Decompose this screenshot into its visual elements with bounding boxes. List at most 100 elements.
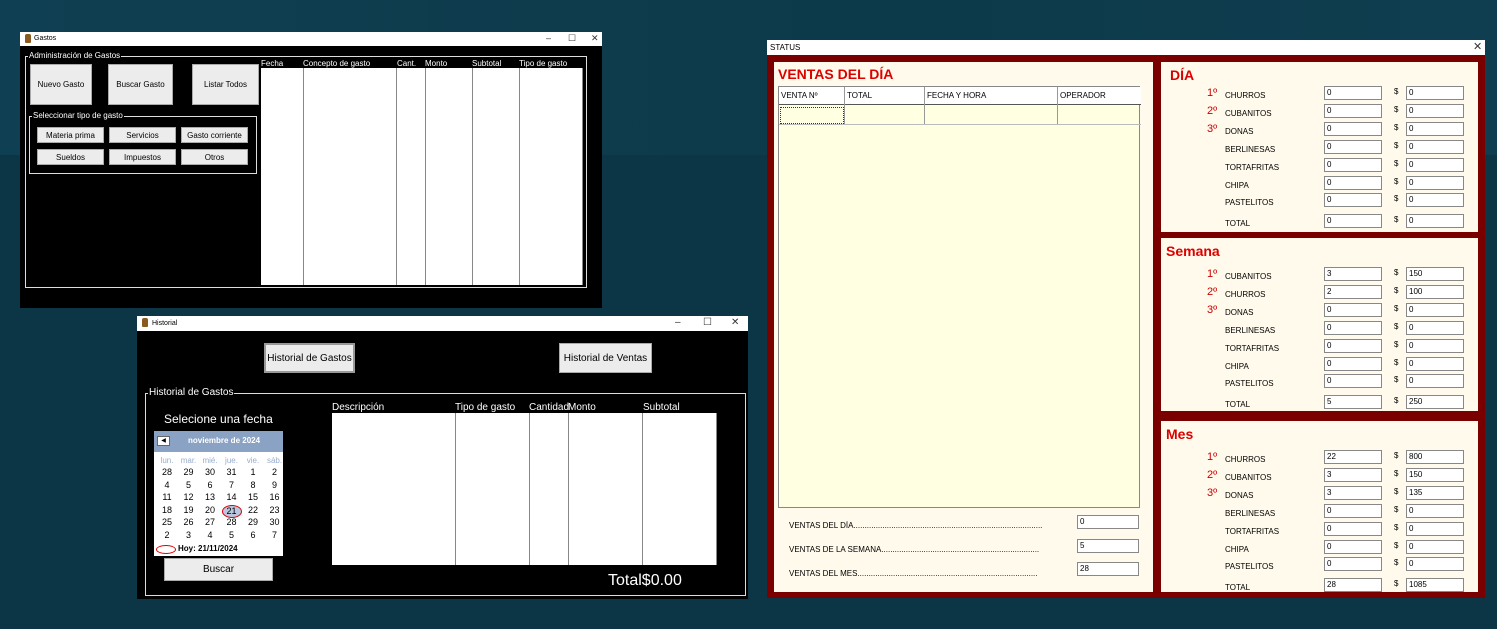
calendar-day[interactable]: 7 [265,530,285,541]
amount-field[interactable]: 0 [1406,320,1464,335]
quantity-field[interactable]: 0 [1324,503,1382,518]
historial-ventas-button[interactable]: Historial de Ventas [559,343,652,373]
quantity-field[interactable]: 0 [1324,374,1382,389]
amount-field[interactable]: 0 [1406,86,1464,100]
quantity-field[interactable]: 0 [1324,302,1382,317]
calendar-day[interactable]: 1 [243,467,263,478]
calendar-day[interactable]: 26 [179,517,199,528]
list-column-cant[interactable] [397,68,426,285]
impuestos-button[interactable]: Impuestos [109,149,176,165]
list-column-concepto[interactable] [304,68,397,285]
calendar-day[interactable]: 15 [243,492,263,503]
quantity-field[interactable]: 0 [1324,338,1382,353]
quantity-field[interactable]: 0 [1324,139,1382,154]
amount-field[interactable]: 0 [1406,157,1464,172]
amount-field[interactable]: 0 [1406,539,1464,554]
calendar-day[interactable]: 29 [179,467,199,478]
list-column-monto[interactable] [426,68,473,285]
otros-button[interactable]: Otros [181,149,248,165]
historial-gastos-button[interactable]: Historial de Gastos [264,343,355,373]
calendar-day[interactable]: 28 [222,517,242,528]
quantity-field[interactable]: 22 [1324,450,1382,464]
amount-field[interactable]: 0 [1406,302,1464,317]
calendar-day[interactable]: 31 [222,467,242,478]
amount-field[interactable]: 0 [1406,521,1464,536]
today-label[interactable]: Hoy: 21/11/2024 [178,544,238,553]
quantity-field[interactable]: 0 [1324,103,1382,118]
amount-field[interactable]: 1085 [1406,578,1464,593]
calendar-day[interactable]: 29 [243,517,263,528]
buscar-button[interactable]: Buscar [164,558,273,581]
amount-field[interactable]: 0 [1406,103,1464,118]
calendar-day[interactable]: 20 [200,505,220,516]
calendar-day[interactable]: 27 [200,517,220,528]
list-column-subtotal[interactable] [643,413,717,565]
maximize-button[interactable]: ☐ [703,317,712,328]
amount-field[interactable]: 800 [1406,450,1464,464]
calendar-day[interactable]: 13 [200,492,220,503]
nuevo-gasto-button[interactable]: Nuevo Gasto [30,64,92,105]
quantity-field[interactable]: 3 [1324,485,1382,500]
prev-month-button[interactable]: ◀ [157,436,170,446]
calendar-day[interactable]: 8 [243,480,263,491]
quantity-field[interactable]: 0 [1324,175,1382,190]
close-button[interactable]: ✕ [1473,40,1482,53]
list-column-descripcion[interactable] [332,413,456,565]
ventas-semana-field[interactable]: 5 [1077,539,1139,553]
quantity-field[interactable]: 2 [1324,284,1382,299]
list-column-fecha[interactable] [261,68,304,285]
buscar-gasto-button[interactable]: Buscar Gasto [108,64,173,105]
quantity-field[interactable]: 3 [1324,467,1382,482]
amount-field[interactable]: 100 [1406,284,1464,299]
amount-field[interactable]: 0 [1406,175,1464,190]
quantity-field[interactable]: 5 [1324,395,1382,410]
calendar-day[interactable]: 5 [222,530,242,541]
list-column-tipo[interactable] [520,68,583,285]
materia-prima-button[interactable]: Materia prima [37,127,104,143]
calendar-day[interactable]: 21 [221,504,242,518]
amount-field[interactable]: 150 [1406,467,1464,482]
calendar-day[interactable]: 2 [265,467,285,478]
quantity-field[interactable]: 0 [1324,214,1382,229]
quantity-field[interactable]: 3 [1324,267,1382,281]
ventas-dia-field[interactable]: 0 [1077,515,1139,529]
calendar-day[interactable]: 12 [179,492,199,503]
calendar-day[interactable]: 7 [222,480,242,491]
amount-field[interactable]: 0 [1406,356,1464,371]
calendar-day[interactable]: 6 [200,480,220,491]
quantity-field[interactable]: 0 [1324,356,1382,371]
selected-cell[interactable] [780,107,844,124]
calendar[interactable]: ◀ noviembre de 2024 lun. mar. mié. jue. vie.… [154,431,283,556]
calendar-day[interactable]: 28 [157,467,177,478]
minimize-button[interactable]: – [546,33,551,43]
quantity-field[interactable]: 0 [1324,86,1382,100]
amount-field[interactable]: 250 [1406,395,1464,410]
gasto-corriente-button[interactable]: Gasto corriente [181,127,248,143]
close-button[interactable]: ✕ [591,33,599,44]
servicios-button[interactable]: Servicios [109,127,176,143]
calendar-day[interactable]: 3 [179,530,199,541]
calendar-day[interactable]: 4 [157,480,177,491]
amount-field[interactable]: 0 [1406,503,1464,518]
list-column-monto[interactable] [569,413,643,565]
calendar-day[interactable]: 2 [157,530,177,541]
amount-field[interactable]: 135 [1406,485,1464,500]
amount-field[interactable]: 0 [1406,214,1464,229]
amount-field[interactable]: 0 [1406,374,1464,389]
calendar-day[interactable]: 14 [222,492,242,503]
list-column-subtotal[interactable] [473,68,520,285]
calendar-day[interactable]: 30 [200,467,220,478]
sueldos-button[interactable]: Sueldos [37,149,104,165]
quantity-field[interactable]: 28 [1324,578,1382,593]
calendar-day[interactable]: 30 [265,517,285,528]
minimize-button[interactable]: – [675,317,681,328]
amount-field[interactable]: 0 [1406,557,1464,572]
calendar-day[interactable]: 16 [265,492,285,503]
calendar-day[interactable]: 23 [265,505,285,516]
quantity-field[interactable]: 0 [1324,320,1382,335]
calendar-day[interactable]: 5 [179,480,199,491]
calendar-day[interactable]: 9 [265,480,285,491]
calendar-day[interactable]: 4 [200,530,220,541]
calendar-day[interactable]: 22 [243,505,263,516]
calendar-day[interactable]: 25 [157,517,177,528]
